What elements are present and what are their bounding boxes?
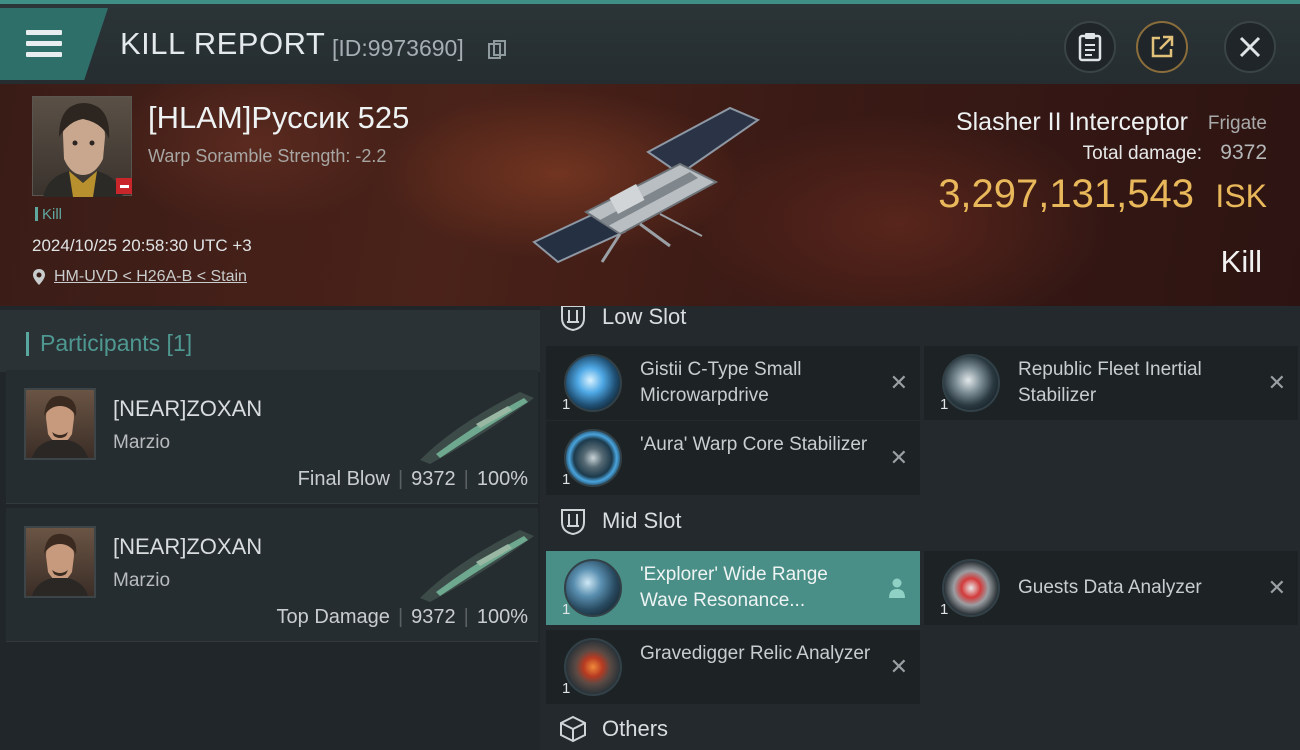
warp-scramble-strength: Warp Soramble Strength: -2.2 bbox=[148, 146, 387, 166]
module-item[interactable]: 1 'Aura' Warp Core Stabilizer ✕ bbox=[546, 421, 920, 495]
page-title: KILL REPORT bbox=[120, 26, 326, 61]
location-pin-icon bbox=[33, 269, 45, 285]
participant-percent: 100% bbox=[476, 468, 528, 490]
menu-button[interactable] bbox=[0, 8, 108, 80]
participants-panel: Participants [1] [NEAR]ZOXAN Marzio Fina… bbox=[0, 306, 540, 750]
clipboard-icon bbox=[1078, 33, 1102, 62]
pilot-avatar-icon bbox=[32, 533, 88, 596]
module-name: Guests Data Analyzer bbox=[1018, 577, 1202, 598]
copy-icon[interactable] bbox=[488, 40, 506, 60]
module-name: Gravedigger Relic Analyzer bbox=[640, 643, 871, 664]
module-item-selected[interactable]: 1 'Explorer' Wide Range Wave Resonance..… bbox=[546, 551, 920, 625]
result-label: Kill bbox=[1220, 244, 1262, 279]
share-button[interactable] bbox=[1136, 21, 1188, 73]
attacker-ship-icon bbox=[420, 530, 534, 602]
module-name: 'Explorer' Wide Range Wave Resonance... bbox=[640, 564, 828, 611]
relic-analyzer-icon bbox=[564, 638, 622, 696]
participant-role: Final Blow bbox=[297, 468, 390, 490]
victim-banner: [HLAM]Руссик 525 Warp Soramble Strength:… bbox=[0, 84, 1300, 306]
total-damage-value: 9372 bbox=[1220, 141, 1267, 164]
destroyed-icon: ✕ bbox=[889, 370, 908, 395]
participant-damage: 9372 bbox=[411, 468, 456, 490]
participant-percent: 100% bbox=[476, 606, 528, 628]
inertial-stabilizer-icon bbox=[942, 354, 1000, 412]
warp-core-stabilizer-icon bbox=[564, 429, 622, 487]
kill-tag: Kill bbox=[35, 206, 62, 223]
stats-separator: | bbox=[463, 606, 469, 628]
low-slot-icon bbox=[561, 306, 585, 332]
module-quantity: 1 bbox=[562, 680, 571, 697]
module-quantity: 1 bbox=[562, 471, 571, 488]
stats-separator: | bbox=[463, 468, 469, 490]
avatar[interactable] bbox=[24, 388, 96, 460]
cargo-box-icon bbox=[560, 715, 586, 743]
low-slot-title: Low Slot bbox=[602, 306, 687, 329]
module-name: Gistii C-Type Small Microwarpdrive bbox=[640, 359, 802, 406]
wave-resonance-icon bbox=[564, 559, 622, 617]
kill-location[interactable]: HM-UVD < H26A-B < Stain bbox=[32, 268, 247, 286]
participants-title: Participants [1] bbox=[40, 330, 193, 356]
participant-role: Top Damage bbox=[276, 606, 390, 628]
ship-name[interactable]: Slasher II Interceptor bbox=[956, 108, 1188, 137]
pilot-avatar-icon bbox=[32, 395, 88, 458]
isk-unit: ISK bbox=[1215, 178, 1267, 214]
microwarpdrive-icon bbox=[564, 354, 622, 412]
participant-name[interactable]: [NEAR]ZOXAN bbox=[113, 534, 262, 560]
module-quantity: 1 bbox=[940, 601, 949, 618]
destroyed-icon: ✕ bbox=[889, 445, 908, 470]
mid-slot-header: Mid Slot bbox=[558, 506, 681, 536]
low-slot-header: Low Slot bbox=[558, 306, 686, 332]
others-header: Others bbox=[558, 714, 668, 744]
destroyed-icon: ✕ bbox=[1267, 575, 1286, 600]
mid-slot-icon bbox=[561, 509, 585, 536]
module-quantity: 1 bbox=[562, 601, 571, 618]
participant-stats: Final Blow | 9372 | 100% bbox=[298, 468, 528, 491]
ship-render-icon bbox=[532, 106, 761, 264]
module-item[interactable]: 1 Gravedigger Relic Analyzer ✕ bbox=[546, 630, 920, 704]
share-icon bbox=[1151, 35, 1174, 58]
stats-separator: | bbox=[397, 468, 404, 490]
participant-row[interactable]: [NEAR]ZOXAN Marzio Top Damage | 9372 | 1… bbox=[6, 508, 538, 642]
total-damage-label: Total damage: bbox=[1082, 143, 1202, 164]
module-name: 'Aura' Warp Core Stabilizer bbox=[640, 434, 868, 455]
destroyed-icon: ✕ bbox=[1267, 370, 1286, 395]
mid-slot-title: Mid Slot bbox=[602, 508, 682, 533]
kill-datetime: 2024/10/25 20:58:30 UTC +3 bbox=[32, 236, 252, 255]
avatar[interactable] bbox=[24, 526, 96, 598]
menu-icon bbox=[26, 30, 62, 58]
participant-damage: 9372 bbox=[411, 606, 456, 628]
location-link[interactable]: HM-UVD < H26A-B < Stain bbox=[54, 268, 247, 286]
close-button[interactable] bbox=[1224, 21, 1276, 73]
module-item[interactable]: 1 Guests Data Analyzer ✕ bbox=[924, 551, 1298, 625]
isk-value: 3,297,131,543 bbox=[938, 172, 1194, 216]
person-icon bbox=[889, 578, 905, 598]
hostile-status-icon bbox=[116, 178, 132, 194]
close-icon bbox=[1239, 36, 1261, 58]
ship-class: Frigate bbox=[1207, 113, 1267, 134]
participants-header: Participants [1] bbox=[0, 310, 540, 372]
others-title: Others bbox=[602, 716, 669, 741]
participant-stats: Top Damage | 9372 | 100% bbox=[277, 606, 528, 629]
module-name: Republic Fleet Inertial Stabilizer bbox=[1018, 359, 1202, 406]
header-accent-bar bbox=[26, 332, 29, 356]
module-quantity: 1 bbox=[940, 396, 949, 413]
module-item[interactable]: 1 Republic Fleet Inertial Stabilizer ✕ bbox=[924, 346, 1298, 420]
kill-report-id: [ID:9973690] bbox=[332, 35, 464, 61]
fittings-panel: Low Slot 1 Gistii C-Type Small Microwarp… bbox=[540, 306, 1300, 750]
participant-name[interactable]: [NEAR]ZOXAN bbox=[113, 396, 262, 422]
victim-name[interactable]: [HLAM]Руссик 525 bbox=[148, 100, 409, 136]
stats-separator: | bbox=[397, 606, 404, 628]
top-bar: KILL REPORT [ID:9973690] bbox=[0, 0, 1300, 84]
destroyed-icon: ✕ bbox=[889, 654, 908, 679]
participant-ship: Marzio bbox=[113, 570, 171, 591]
participant-ship: Marzio bbox=[113, 432, 171, 453]
module-quantity: 1 bbox=[562, 396, 571, 413]
data-analyzer-icon bbox=[942, 559, 1000, 617]
module-item[interactable]: 1 Gistii C-Type Small Microwarpdrive ✕ bbox=[546, 346, 920, 420]
attacker-ship-icon bbox=[420, 392, 534, 464]
participant-row[interactable]: [NEAR]ZOXAN Marzio Final Blow | 9372 | 1… bbox=[6, 370, 538, 504]
clipboard-button[interactable] bbox=[1064, 21, 1116, 73]
